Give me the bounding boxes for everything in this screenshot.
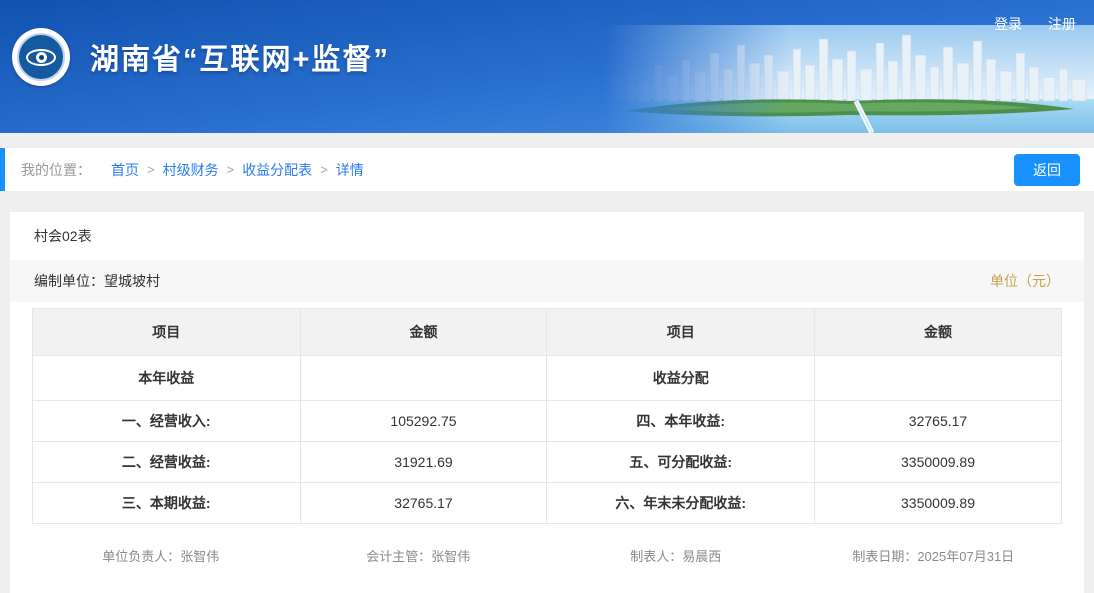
amount-cell: 32765.17 [815, 401, 1062, 442]
col-header-amount: 金额 [300, 309, 547, 356]
income-distribution-table: 项目 金额 项目 金额 本年收益 收益分配 一、经营收入: 105292.75 … [32, 308, 1062, 524]
section-label: 收益分配 [547, 356, 815, 401]
table-date: 制表日期：2025年07月31日 [805, 546, 1063, 565]
col-header-item: 项目 [33, 309, 301, 356]
table-maker: 制表人：易晨西 [547, 546, 805, 565]
report-table-code: 村会02表 [10, 212, 1084, 260]
unit-responsible-person: 单位负责人：张智伟 [32, 546, 290, 565]
breadcrumb-label: 我的位置： [21, 160, 91, 180]
currency-unit-note: 单位（元） [990, 271, 1060, 291]
breadcrumb-separator: > [147, 162, 155, 177]
back-button[interactable]: 返回 [1014, 154, 1080, 186]
site-header: 登录 注册 湖南省“互联网+监督” [0, 0, 1094, 133]
logo-badge [17, 33, 65, 81]
table-header-row: 项目 金额 项目 金额 [33, 309, 1062, 356]
register-link[interactable]: 注册 [1048, 16, 1076, 32]
amount-cell: 31921.69 [300, 442, 547, 483]
brand: 湖南省“互联网+监督” [12, 28, 390, 86]
breadcrumb-link-village-finance[interactable]: 村级财务 [163, 160, 219, 180]
amount-cell: 105292.75 [300, 401, 547, 442]
amount-cell [300, 356, 547, 401]
table-row: 二、经营收益: 31921.69 五、可分配收益: 3350009.89 [33, 442, 1062, 483]
eye-icon [26, 49, 56, 66]
breadcrumb-separator: > [227, 162, 235, 177]
amount-cell: 3350009.89 [815, 483, 1062, 524]
item-label: 三、本期收益: [33, 483, 301, 524]
col-header-item: 项目 [547, 309, 815, 356]
item-label: 二、经营收益: [33, 442, 301, 483]
item-label: 四、本年收益: [547, 401, 815, 442]
item-label: 六、年末未分配收益: [547, 483, 815, 524]
section-label: 本年收益 [33, 356, 301, 401]
accounting-supervisor: 会计主管：张智伟 [290, 546, 548, 565]
report-panel: 村会02表 编制单位：望城坡村 单位（元） 项目 金额 项目 金额 本年收益 收… [10, 212, 1084, 593]
item-label: 五、可分配收益: [547, 442, 815, 483]
breadcrumb: 我的位置： 首页 > 村级财务 > 收益分配表 > 详情 返回 [0, 148, 1094, 191]
breadcrumb-link-distribution-table[interactable]: 收益分配表 [242, 160, 312, 180]
table-row: 三、本期收益: 32765.17 六、年末未分配收益: 3350009.89 [33, 483, 1062, 524]
auth-links: 登录 注册 [972, 14, 1076, 34]
amount-cell [815, 356, 1062, 401]
signature-row: 单位负责人：张智伟 会计主管：张智伟 制表人：易晨西 制表日期：2025年07月… [32, 524, 1062, 583]
prepared-by: 编制单位：望城坡村 [34, 271, 160, 291]
col-header-amount: 金额 [815, 309, 1062, 356]
login-link[interactable]: 登录 [994, 16, 1022, 32]
breadcrumb-link-home[interactable]: 首页 [111, 160, 139, 180]
city-skyline-image [604, 25, 1094, 133]
breadcrumb-separator: > [320, 162, 328, 177]
table-row: 本年收益 收益分配 [33, 356, 1062, 401]
amount-cell: 32765.17 [300, 483, 547, 524]
site-logo [12, 28, 70, 86]
amount-cell: 3350009.89 [815, 442, 1062, 483]
item-label: 一、经营收入: [33, 401, 301, 442]
report-meta-row: 编制单位：望城坡村 单位（元） [10, 260, 1084, 302]
table-row: 一、经营收入: 105292.75 四、本年收益: 32765.17 [33, 401, 1062, 442]
breadcrumb-link-detail[interactable]: 详情 [336, 160, 364, 180]
site-title: 湖南省“互联网+监督” [90, 36, 390, 78]
